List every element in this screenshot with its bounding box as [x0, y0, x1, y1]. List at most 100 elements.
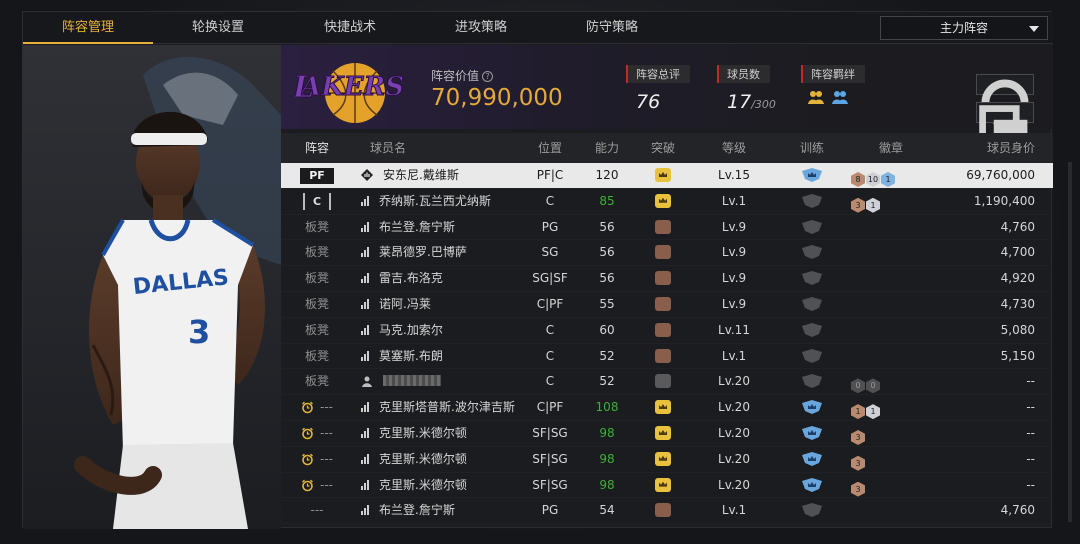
training-inactive-icon[interactable]	[801, 374, 823, 389]
role-tag[interactable]: 板凳	[305, 271, 329, 285]
training-inactive-icon[interactable]	[801, 322, 823, 337]
role-tag[interactable]: 板凳	[305, 297, 329, 311]
table-row[interactable]: 板凳 诺阿.冯莱 C|PF 55 Lv.9 4,730	[281, 292, 1053, 318]
training-active-icon[interactable]	[801, 400, 823, 415]
tab-offense-strategy[interactable]: 进攻策略	[416, 12, 546, 44]
player-name[interactable]: 雷吉.布洛克	[379, 271, 443, 285]
bond-blue-icon[interactable]	[831, 89, 849, 105]
role-tag[interactable]: ---	[320, 426, 333, 440]
training-active-icon[interactable]	[801, 451, 823, 466]
role-tag[interactable]: PF	[300, 168, 334, 184]
role-tag[interactable]: 板凳	[305, 245, 329, 259]
role-tag[interactable]: 板凳	[305, 220, 329, 234]
player-name[interactable]: 克里斯.米德尔顿	[379, 452, 467, 466]
player-name[interactable]: 诺阿.冯莱	[379, 297, 431, 311]
player-name[interactable]: 克里斯塔普斯.波尔津吉斯	[379, 400, 515, 414]
training-inactive-icon[interactable]	[801, 348, 823, 363]
badge-icon[interactable]: 0	[851, 378, 865, 394]
training-active-icon[interactable]	[801, 477, 823, 492]
col-header-role[interactable]: 阵容	[281, 133, 353, 163]
player-name[interactable]: 马克.加索尔	[379, 323, 443, 337]
badge-icon[interactable]: 3	[851, 197, 865, 213]
player-name[interactable]: 莱昂德罗.巴博萨	[379, 245, 467, 259]
breakthrough-gold-icon[interactable]	[655, 400, 671, 415]
badge-icon[interactable]: 1	[866, 404, 880, 420]
training-active-icon[interactable]	[801, 425, 823, 440]
col-header-breakthrough[interactable]: 突破	[635, 133, 691, 163]
player-name[interactable]: 安东尼.戴维斯	[383, 168, 459, 182]
tab-quick-tactics[interactable]: 快捷战术	[285, 12, 415, 44]
role-tag[interactable]: ---	[320, 478, 333, 492]
player-name[interactable]: 莫塞斯.布朗	[379, 349, 443, 363]
col-header-worth[interactable]: 球员身价	[935, 133, 1049, 163]
player-name[interactable]: 乔纳斯.瓦兰西尤纳斯	[379, 194, 491, 208]
role-tag[interactable]: 板凳	[305, 349, 329, 363]
table-row[interactable]: --- 克里斯.米德尔顿 SF|SG 98 Lv.20 3 --	[281, 447, 1053, 473]
breakthrough-gold-icon[interactable]	[655, 193, 671, 208]
breakthrough-bronze-icon[interactable]	[655, 245, 671, 260]
table-row[interactable]: 板凳 C 52 Lv.20 00 --	[281, 369, 1053, 396]
player-name[interactable]: 布兰登.詹宁斯	[379, 220, 455, 234]
training-inactive-icon[interactable]	[801, 503, 823, 518]
col-header-name[interactable]: 球员名	[353, 133, 423, 163]
badge-icon[interactable]: 1	[881, 172, 895, 187]
badge-icon[interactable]: 3	[851, 429, 865, 445]
breakthrough-bronze-icon[interactable]	[655, 219, 671, 234]
table-row[interactable]: C 乔纳斯.瓦兰西尤纳斯 C 85 Lv.1 31 1,190,400	[281, 189, 1053, 215]
col-header-level[interactable]: 等级	[691, 133, 777, 163]
badge-icon[interactable]: 8	[851, 172, 865, 187]
badge-icon[interactable]: 1	[851, 404, 865, 420]
player-name[interactable]: 克里斯.米德尔顿	[379, 426, 467, 440]
recycle-button[interactable]: 回收	[976, 102, 1034, 181]
badge-icon[interactable]: 10	[866, 172, 880, 187]
training-active-icon[interactable]	[801, 168, 823, 182]
training-inactive-icon[interactable]	[801, 296, 823, 311]
table-row[interactable]: 板凳 雷吉.布洛克 SG|SF 56 Lv.9 4,920	[281, 266, 1053, 292]
role-tag[interactable]: C	[303, 192, 331, 210]
training-inactive-icon[interactable]	[801, 271, 823, 286]
role-tag[interactable]: ---	[311, 503, 324, 517]
table-row[interactable]: 板凳 莱昂德罗.巴博萨 SG 56 Lv.9 4,700	[281, 240, 1053, 267]
table-row[interactable]: --- 克里斯塔普斯.波尔津吉斯 C|PF 108 Lv.20 11 --	[281, 395, 1053, 421]
breakthrough-gold-icon[interactable]	[655, 168, 671, 182]
help-icon[interactable]: ?	[482, 71, 494, 82]
player-name[interactable]: 克里斯.米德尔顿	[379, 478, 467, 492]
breakthrough-grey-icon[interactable]	[655, 374, 671, 389]
player-name[interactable]: 布兰登.詹宁斯	[379, 503, 455, 517]
breakthrough-bronze-icon[interactable]	[655, 348, 671, 363]
training-inactive-icon[interactable]	[801, 219, 823, 234]
table-row[interactable]: 板凳 布兰登.詹宁斯 PG 56 Lv.9 4,760	[281, 215, 1053, 241]
badge-icon[interactable]: 1	[866, 197, 880, 213]
role-tag[interactable]: 板凳	[305, 374, 329, 388]
breakthrough-gold-icon[interactable]	[655, 425, 671, 440]
breakthrough-bronze-icon[interactable]	[655, 296, 671, 311]
breakthrough-gold-icon[interactable]	[655, 477, 671, 492]
table-row[interactable]: 板凳 马克.加索尔 C 60 Lv.11 5,080	[281, 318, 1053, 344]
badge-icon[interactable]: 3	[851, 455, 865, 471]
training-inactive-icon[interactable]	[801, 193, 823, 208]
table-row[interactable]: --- 布兰登.詹宁斯 PG 54 Lv.1 4,760	[281, 498, 1053, 525]
breakthrough-bronze-icon[interactable]	[655, 503, 671, 518]
col-header-position[interactable]: 位置	[521, 133, 579, 163]
table-row[interactable]: 板凳 莫塞斯.布朗 C 52 Lv.1 5,150	[281, 344, 1053, 370]
col-header-badges[interactable]: 徽章	[847, 133, 935, 163]
table-row[interactable]: --- 克里斯.米德尔顿 SF|SG 98 Lv.20 3 --	[281, 473, 1053, 499]
badge-icon[interactable]: 3	[851, 481, 865, 497]
tab-rotation-settings[interactable]: 轮换设置	[153, 12, 283, 44]
scrollbar[interactable]	[1068, 162, 1072, 522]
role-tag[interactable]: ---	[320, 400, 333, 414]
bond-gold-icon[interactable]	[807, 89, 825, 105]
breakthrough-bronze-icon[interactable]	[655, 322, 671, 337]
role-tag[interactable]: 板凳	[305, 323, 329, 337]
col-header-training[interactable]: 训练	[777, 133, 847, 163]
tab-lineup-management[interactable]: 阵容管理	[23, 12, 153, 44]
tab-defense-strategy[interactable]: 防守策略	[547, 12, 677, 44]
badge-icon[interactable]: 0	[866, 378, 880, 394]
training-inactive-icon[interactable]	[801, 245, 823, 260]
table-row[interactable]: PF 安东尼.戴维斯 PF|C 120 Lv.15 8 10 1 69,760,00…	[281, 163, 1053, 189]
role-tag[interactable]: ---	[320, 452, 333, 466]
table-row[interactable]: --- 克里斯.米德尔顿 SF|SG 98 Lv.20 3 --	[281, 421, 1053, 447]
breakthrough-gold-icon[interactable]	[655, 451, 671, 466]
breakthrough-bronze-icon[interactable]	[655, 271, 671, 286]
lineup-select[interactable]: 主力阵容	[880, 16, 1048, 40]
